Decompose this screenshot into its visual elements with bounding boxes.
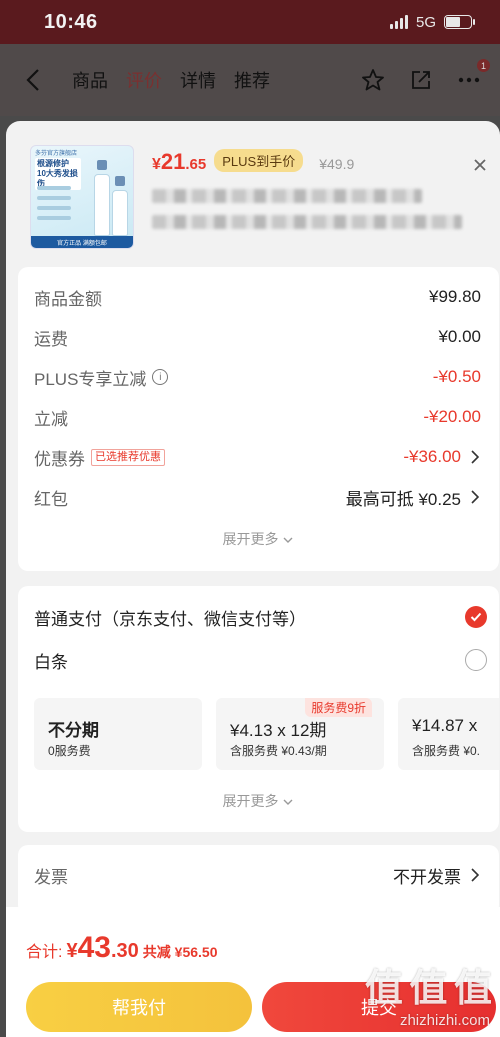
nav-actions: 1 (360, 59, 490, 93)
product-title-blurred (152, 189, 422, 203)
network-label: 5G (415, 13, 436, 31)
payment-baitiao-option[interactable]: 白条 (34, 647, 487, 673)
thumb-feature-list (37, 186, 71, 220)
plus-price-tag: PLUS到手价 (214, 149, 304, 172)
fee-discount-tag: 服务费9折 (305, 698, 372, 717)
instant-discount-row: 立减 -¥20.00 (34, 407, 481, 429)
star-icon[interactable] (360, 67, 386, 93)
payment-card: 普通支付（京东支付、微信支付等） 白条 不分期 0服务费 服务费9折 ¥4.13… (18, 586, 499, 832)
chevron-down-icon (282, 793, 294, 809)
tab-reviews[interactable]: 评价 (126, 67, 162, 93)
nav-tabs: 商品 评价 详情 推荐 (72, 67, 270, 93)
tab-product[interactable]: 商品 (72, 67, 108, 93)
chevron-right-icon (471, 490, 481, 504)
status-indicators: 5G (389, 13, 475, 31)
fee-card: 商品金额 ¥99.80 运费 ¥0.00 PLUS专享立减 i -¥0.50 立… (18, 267, 499, 571)
total-amount: 合计: ¥ 43 .30 共减 ¥56.50 (26, 931, 218, 964)
red-packet-row[interactable]: 红包 最高可抵 ¥0.25 (34, 485, 481, 509)
plus-price: ¥21.65 (152, 149, 207, 174)
tab-recommend[interactable]: 推荐 (234, 67, 270, 93)
payment-normal-option[interactable]: 普通支付（京东支付、微信支付等） (34, 604, 487, 630)
back-arrow-icon[interactable] (18, 65, 48, 95)
payment-expand-more[interactable]: 展开更多 (18, 791, 499, 811)
plan-12-months[interactable]: 服务费9折 ¥4.13 x 12期 含服务费 ¥0.43/期 (216, 698, 384, 770)
plan-partial[interactable]: ¥14.87 x 含服务费 ¥0. (398, 698, 499, 770)
price-row: ¥21.65 PLUS到手价 ¥49.9 (152, 149, 354, 175)
plan-no-installment[interactable]: 不分期 0服务费 (34, 698, 202, 770)
product-spec-blurred (152, 215, 462, 229)
thumb-footer: 官方正品 满额包邮 (31, 236, 133, 248)
nav-bar: 商品 评价 详情 推荐 1 (0, 44, 500, 116)
checkout-sheet: 多芬官方旗舰店 根源修护 10大秀发损伤 官方正品 满额包邮 ¥21.65 PL… (6, 121, 500, 1037)
checkout-bar: 合计: ¥ 43 .30 共减 ¥56.50 帮我付 提交 值 值 值 zhiz… (6, 907, 500, 1037)
radio-checked-icon[interactable] (465, 606, 487, 628)
status-time: 10:46 (44, 10, 98, 33)
status-bar: 10:46 5G (0, 0, 500, 44)
goods-amount-row: 商品金额 ¥99.80 (34, 287, 481, 309)
bottle-shape (112, 190, 128, 236)
close-icon[interactable] (468, 153, 492, 177)
info-icon[interactable]: i (152, 369, 169, 385)
thumb-brand: 多芬官方旗舰店 (35, 151, 78, 157)
original-price: ¥49.9 (319, 156, 355, 172)
signal-icon (389, 15, 408, 29)
chevron-right-icon (471, 450, 481, 464)
product-summary: 多芬官方旗舰店 根源修护 10大秀发损伤 官方正品 满额包邮 ¥21.65 PL… (6, 121, 500, 261)
installment-plans: 不分期 0服务费 服务费9折 ¥4.13 x 12期 含服务费 ¥0.43/期 … (34, 698, 499, 770)
watermark-logo: 值 值 值 zhizhizhi.com (364, 968, 492, 1029)
tab-details[interactable]: 详情 (180, 67, 216, 93)
more-icon[interactable]: 1 (456, 59, 490, 93)
fees-expand-more[interactable]: 展开更多 (18, 529, 499, 549)
radio-unchecked-icon[interactable] (465, 649, 487, 671)
invoice-row[interactable]: 发票 不开发票 (34, 863, 481, 887)
chevron-down-icon (282, 531, 294, 547)
recommended-badge: 已选推荐优惠 (91, 448, 165, 466)
total-saved: 共减 ¥56.50 (142, 944, 218, 960)
plus-discount-row: PLUS专享立减 i -¥0.50 (34, 367, 481, 389)
invoice-card: 发票 不开发票 (18, 845, 499, 915)
bottle-shape (94, 174, 110, 236)
product-thumbnail[interactable]: 多芬官方旗舰店 根源修护 10大秀发损伤 官方正品 满额包邮 (30, 145, 134, 249)
more-badge: 1 (477, 59, 490, 72)
chevron-right-icon (471, 868, 481, 882)
shipping-row: 运费 ¥0.00 (34, 327, 481, 349)
battery-icon (444, 15, 475, 29)
share-icon[interactable] (408, 67, 434, 93)
coupon-row[interactable]: 优惠券 已选推荐优惠 -¥36.00 (34, 445, 481, 469)
help-pay-button[interactable]: 帮我付 (26, 982, 252, 1032)
